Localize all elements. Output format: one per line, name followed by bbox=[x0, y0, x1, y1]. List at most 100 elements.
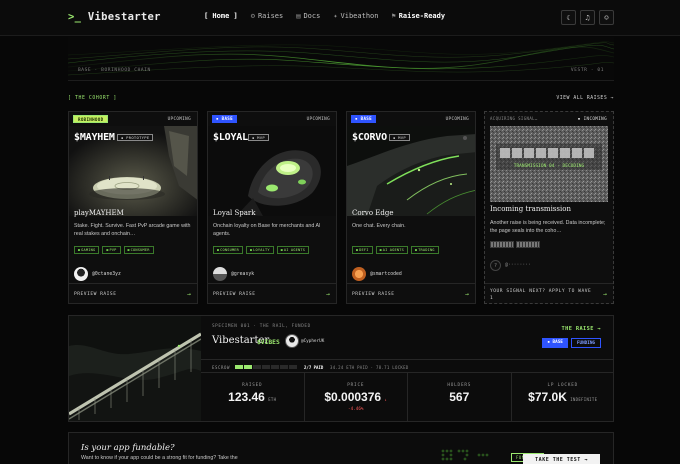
incoming-description: Another raise is being received. Data in… bbox=[490, 220, 606, 235]
status-label: UPCOMING bbox=[306, 116, 330, 121]
flag-icon: ⚑ bbox=[391, 12, 396, 20]
logo-text: Vibestarter bbox=[87, 11, 161, 23]
stat-holders: HOLDERS 567 bbox=[408, 373, 512, 422]
project-name: Corvo Edge bbox=[352, 209, 394, 217]
nav-links: [ Home ] ⚙ Raises ▤ Docs ✦ Vibeathon ⚑ Raise… bbox=[204, 12, 445, 20]
nav-docs[interactable]: ▤ Docs bbox=[296, 12, 320, 20]
escrow-segment bbox=[271, 364, 279, 369]
raise-card-mayhem[interactable]: ROBINHOOD UPCOMING $MAYHEM ▪ PROTOTYPE p… bbox=[68, 111, 198, 304]
raise-card-corvo[interactable]: ▪ BASE UPCOMING $CORVO ▪ MVP Corvo Edge … bbox=[346, 111, 476, 304]
nav-raises-label: Raises bbox=[257, 12, 284, 20]
hero-waves bbox=[68, 41, 614, 76]
escrow-progress bbox=[235, 364, 297, 369]
author-handle: @0ctane3yz bbox=[92, 271, 121, 277]
nav-icon-buttons: ☾ ♫ ☺ bbox=[561, 10, 614, 25]
project-name: playMAYHEM bbox=[74, 209, 124, 217]
avatar bbox=[74, 267, 88, 281]
stat-value: 567 bbox=[449, 390, 470, 404]
static-image: TRANSMISSION 04 · DECODING bbox=[490, 126, 608, 202]
signal-static-illustration: TRANSMISSION 04 · DECODING bbox=[490, 126, 608, 202]
view-all-raises-link[interactable]: VIEW ALL RAISES → bbox=[556, 96, 614, 101]
specimen-image bbox=[69, 316, 201, 421]
tag-list: ■ GAMING ■ PVP ■ CONSUMER bbox=[74, 246, 154, 254]
fundable-description: Want to know if your app could be a stro… bbox=[81, 455, 238, 461]
nav-home[interactable]: [ Home ] bbox=[204, 12, 238, 20]
escrow-paid: 2/7 PAID bbox=[304, 364, 324, 370]
card-header: ▪ BASE UPCOMING bbox=[347, 112, 475, 126]
tag: ■ PVP bbox=[102, 246, 121, 254]
rocket-icon: ⚙ bbox=[250, 12, 255, 20]
hero-strip: BASE · BORINHOOD CHAIN VESTR · 01 bbox=[68, 37, 614, 81]
preview-label: PREVIEW RAISE bbox=[74, 292, 117, 297]
arrow-right-icon: → bbox=[187, 290, 191, 298]
incoming-transmission-card[interactable]: ACQUIRING SIGNAL… ▪ INCOMING TRANSMISSIO… bbox=[484, 111, 614, 304]
the-raise-link[interactable]: THE RAISE → bbox=[562, 326, 601, 332]
stat-value: $77.0K INDEFINITE bbox=[528, 390, 598, 404]
author[interactable]: @smartcoded bbox=[352, 267, 402, 281]
author-handle: @greasyk bbox=[231, 271, 255, 277]
preview-raise-button[interactable]: PREVIEW RAISE → bbox=[347, 283, 475, 305]
specimen-ticker: $VIBES bbox=[257, 339, 280, 346]
take-the-test-button[interactable]: TAKE THE TEST → bbox=[523, 454, 600, 464]
status-label: UPCOMING bbox=[167, 116, 191, 121]
incoming-title: Incoming transmission bbox=[490, 205, 571, 213]
card-ticker: $MAYHEM bbox=[74, 132, 115, 143]
moon-icon[interactable]: ☾ bbox=[561, 10, 576, 25]
tag: ■ LOYALTY bbox=[246, 246, 274, 254]
preview-raise-button[interactable]: PREVIEW RAISE → bbox=[208, 283, 336, 305]
escrow-info: 34.24 ETH PAID · 78.71 LOCKED bbox=[330, 364, 409, 370]
redacted-tag bbox=[490, 241, 514, 248]
top-nav: >_ Vibestarter [ Home ] ⚙ Raises ▤ Docs ✦ V… bbox=[0, 0, 680, 36]
author[interactable]: @0ctane3yz bbox=[74, 267, 121, 281]
rail-bridge-illustration bbox=[69, 316, 201, 421]
specimen-panel: SPECIMEN 001 · THE RAIL, FUNDED Vibestar… bbox=[68, 315, 614, 422]
stat-label: RAISED bbox=[242, 383, 263, 388]
tag: ■ TRADING bbox=[411, 246, 439, 254]
chain-badge: ▪ BASE bbox=[351, 115, 376, 123]
escrow-bar: ESCROW 2/7 PAID 34.24 ETH PAID · 78.71 L… bbox=[201, 359, 614, 373]
avatar bbox=[285, 334, 299, 348]
logo[interactable]: >_ Vibestarter bbox=[68, 11, 161, 23]
specimen-creator[interactable]: @CypherUK bbox=[285, 334, 324, 348]
card-header: ROBINHOOD UPCOMING bbox=[69, 112, 197, 126]
stat-label: HOLDERS bbox=[447, 383, 472, 388]
nav-vibeathon[interactable]: ✦ Vibeathon bbox=[333, 12, 378, 20]
logo-prompt: >_ bbox=[68, 11, 82, 23]
stat-label: LP LOCKED bbox=[547, 383, 578, 388]
user-icon[interactable]: ☺ bbox=[599, 10, 614, 25]
author-handle: @smartcoded bbox=[370, 271, 402, 277]
project-name: Loyal Spark bbox=[213, 209, 256, 217]
tag: ■ DEFI bbox=[352, 246, 373, 254]
chain-badge: ▪ BASE bbox=[542, 338, 568, 348]
author[interactable]: @greasyk bbox=[213, 267, 254, 281]
chain-badge: ▪ BASE bbox=[212, 115, 237, 123]
preview-raise-button[interactable]: PREVIEW RAISE → bbox=[69, 283, 197, 305]
incoming-author: ? @········ bbox=[490, 260, 531, 271]
preview-label: PREVIEW RAISE bbox=[352, 292, 395, 297]
apply-to-wave-button[interactable]: YOUR SIGNAL NEXT? APPLY TO WAVE 1 → bbox=[485, 283, 613, 305]
nav-raises[interactable]: ⚙ Raises bbox=[251, 12, 284, 20]
fundable-question: Is your app fundable? bbox=[81, 443, 175, 453]
nav-home-label: [ Home ] bbox=[204, 12, 238, 20]
stat-value: 123.46 ETH bbox=[228, 390, 277, 404]
raise-card-loyal[interactable]: ▪ BASE UPCOMING $LOYAL ▪ MVP Loyal Spark… bbox=[207, 111, 337, 304]
card-ticker: $LOYAL bbox=[213, 132, 248, 143]
nav-raise-ready[interactable]: ⚑ Raise-Ready bbox=[391, 12, 445, 20]
nav-docs-label: Docs bbox=[303, 12, 321, 20]
tag-list: ■ CONSUMER ■ LOYALTY ■ AI AGENTS bbox=[213, 246, 310, 254]
card-ticker: $CORVO bbox=[352, 132, 387, 143]
status-label: UPCOMING bbox=[445, 116, 469, 121]
creator-handle: @CypherUK bbox=[301, 338, 325, 344]
tag: ■ GAMING bbox=[74, 246, 100, 254]
escrow-segment bbox=[244, 364, 252, 369]
specimen-stats: RAISED 123.46 ETH PRICE $0.000376 ↓ -4.4… bbox=[201, 373, 614, 422]
project-description: Stake. Fight. Survive. Fast PvP arcade g… bbox=[74, 223, 191, 238]
docs-icon: ▤ bbox=[296, 12, 301, 20]
price-delta: -4.46% bbox=[347, 407, 364, 412]
bell-icon[interactable]: ♫ bbox=[580, 10, 595, 25]
escrow-label: ESCROW bbox=[212, 364, 231, 370]
redacted-handle: @········ bbox=[505, 263, 531, 268]
cohort-label: [ THE COHORT ] bbox=[68, 96, 117, 101]
sparkle-icon: ✦ bbox=[333, 12, 338, 20]
card-header: ACQUIRING SIGNAL… ▪ INCOMING bbox=[485, 112, 613, 126]
